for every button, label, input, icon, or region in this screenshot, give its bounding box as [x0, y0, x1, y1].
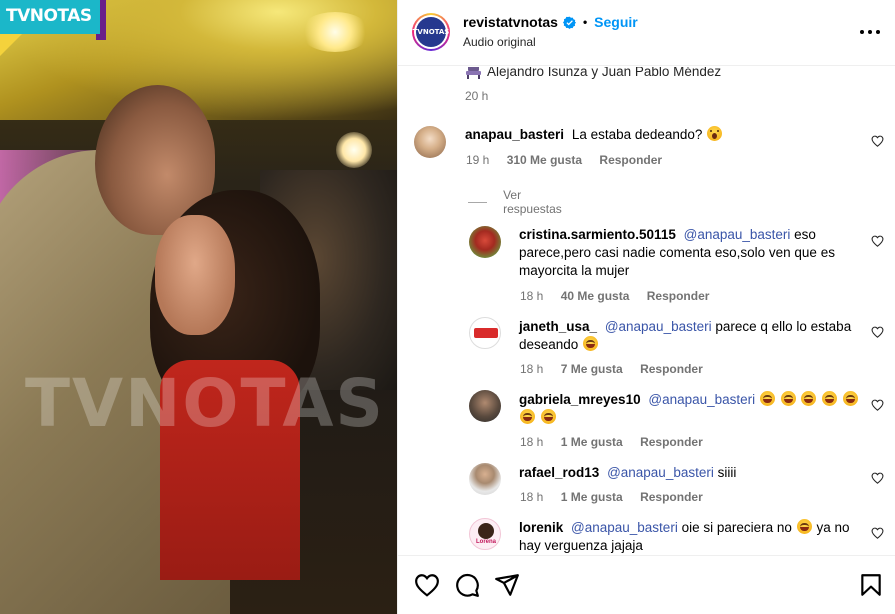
header-user-row: revistatvnotas • Seguir: [463, 14, 638, 30]
username-link[interactable]: revistatvnotas: [463, 14, 558, 30]
avatar[interactable]: [469, 390, 501, 422]
post-media[interactable]: TVNOTAS TVNOTAS: [0, 0, 397, 614]
comment-likes[interactable]: 1 Me gusta: [561, 490, 623, 504]
laughing-face-emoji-icon: [780, 391, 796, 406]
comment-mention[interactable]: @anapau_basteri: [648, 392, 755, 407]
comment-body: rafael_rod13 @anapau_basteri siiii: [519, 464, 859, 482]
laughing-face-emoji-icon: [822, 391, 838, 406]
laughing-face-emoji-icon: [759, 391, 775, 406]
media-light: [336, 132, 372, 168]
comment-mention[interactable]: @anapau_basteri: [571, 520, 678, 535]
comment-time: 18 h: [520, 289, 544, 303]
media-light: [300, 12, 370, 52]
view-replies-button[interactable]: Ver respuestas: [468, 188, 567, 216]
comment-meta: 18 h 1 Me gusta Responder: [520, 435, 717, 449]
avatar[interactable]: TVNOTAS: [412, 13, 450, 51]
avatar[interactable]: [414, 126, 446, 158]
heart-icon[interactable]: [414, 572, 440, 598]
comment-mention[interactable]: @anapau_basteri: [605, 319, 712, 334]
comment-username[interactable]: rafael_rod13: [519, 465, 599, 480]
caption-timestamp: 20 h: [465, 89, 489, 103]
avatar[interactable]: Lorena: [469, 518, 501, 550]
separator-dot: •: [582, 15, 588, 29]
heart-icon[interactable]: [871, 399, 884, 411]
comment-body: cristina.sarmiento.50115 @anapau_basteri…: [519, 226, 849, 280]
avatar[interactable]: [469, 317, 501, 349]
comment-body: janeth_usa_ @anapau_basteri parece q ell…: [519, 318, 859, 354]
comments-list[interactable]: Alejandro Isunza y Juan Pablo Méndez 20 …: [398, 67, 895, 555]
post-panel: TVNOTAS revistatvnotas • Seguir Audio or…: [397, 0, 895, 614]
comment-time: 18 h: [520, 490, 544, 504]
comment-text: oie si pareciera no: [681, 520, 792, 535]
shocked-face-emoji-icon: [707, 126, 723, 141]
media-watermark: TVNOTAS: [25, 365, 385, 442]
replies-divider: [468, 201, 488, 203]
reply-button[interactable]: Responder: [647, 289, 710, 303]
comment-username[interactable]: janeth_usa_: [519, 319, 597, 334]
laughing-face-emoji-icon: [796, 519, 812, 534]
media-woman-face: [155, 215, 235, 335]
follow-button[interactable]: Seguir: [594, 14, 638, 30]
comment-body: lorenik @anapau_basteri oie si pareciera…: [519, 519, 859, 555]
action-bar: [398, 555, 895, 614]
reply-button[interactable]: Responder: [640, 435, 703, 449]
post-header: TVNOTAS revistatvnotas • Seguir Audio or…: [398, 0, 895, 66]
reply-button[interactable]: Responder: [640, 490, 703, 504]
view-replies-label: Ver respuestas: [503, 188, 562, 216]
laughing-face-emoji-icon: [520, 409, 535, 424]
heart-icon[interactable]: [871, 472, 884, 484]
laughing-face-emoji-icon: [801, 391, 817, 406]
comment-likes[interactable]: 7 Me gusta: [561, 362, 623, 376]
laughing-face-emoji-icon: [583, 336, 599, 351]
heart-icon[interactable]: [871, 527, 884, 539]
comment-likes[interactable]: 40 Me gusta: [561, 289, 630, 303]
caption-line: Alejandro Isunza y Juan Pablo Méndez: [466, 67, 721, 79]
comment-username[interactable]: cristina.sarmiento.50115: [519, 227, 676, 242]
chair-icon: [466, 67, 481, 79]
caption-text: Alejandro Isunza y Juan Pablo Méndez: [487, 67, 722, 79]
comment-time: 18 h: [520, 362, 544, 376]
comment-icon[interactable]: [454, 572, 480, 598]
avatar-label: Lorena: [475, 539, 496, 545]
share-icon[interactable]: [494, 572, 520, 598]
avatar-logo: TVNOTAS: [413, 17, 449, 47]
media-logo: TVNOTAS: [0, 0, 100, 34]
comment-time: 18 h: [520, 435, 544, 449]
audio-link[interactable]: Audio original: [463, 35, 536, 49]
comment-username[interactable]: anapau_basteri: [465, 127, 564, 142]
comment-meta: 18 h 7 Me gusta Responder: [520, 362, 717, 376]
heart-icon[interactable]: [871, 235, 884, 247]
avatar[interactable]: [469, 463, 501, 495]
verified-badge-icon: [562, 16, 576, 29]
comment-text: siiii: [717, 465, 737, 480]
comment-mention[interactable]: @anapau_basteri: [684, 227, 791, 242]
comment-meta: 18 h 1 Me gusta Responder: [520, 490, 717, 504]
heart-icon[interactable]: [871, 326, 884, 338]
laughing-face-emoji-icon: [540, 409, 556, 424]
comment-likes[interactable]: 1 Me gusta: [561, 435, 623, 449]
laughing-face-emoji-icon: [842, 391, 858, 406]
more-icon[interactable]: [858, 22, 882, 42]
comment-username[interactable]: gabriela_mreyes10: [519, 392, 641, 407]
comment-username[interactable]: lorenik: [519, 520, 563, 535]
comment-body: anapau_basteri La estaba dedeando?: [465, 126, 855, 144]
avatar[interactable]: [469, 226, 501, 258]
comment-meta: 19 h 310 Me gusta Responder: [466, 153, 676, 167]
heart-icon[interactable]: [871, 135, 884, 147]
comment-time: 19 h: [466, 153, 490, 167]
comment-mention[interactable]: @anapau_basteri: [607, 465, 714, 480]
comment-likes[interactable]: 310 Me gusta: [507, 153, 582, 167]
comment-text: La estaba dedeando?: [571, 127, 703, 142]
comment-body: gabriela_mreyes10 @anapau_basteri: [519, 391, 859, 427]
reply-button[interactable]: Responder: [640, 362, 703, 376]
comment-meta: 18 h 40 Me gusta Responder: [520, 289, 723, 303]
reply-button[interactable]: Responder: [599, 153, 662, 167]
bookmark-icon[interactable]: [858, 572, 884, 598]
